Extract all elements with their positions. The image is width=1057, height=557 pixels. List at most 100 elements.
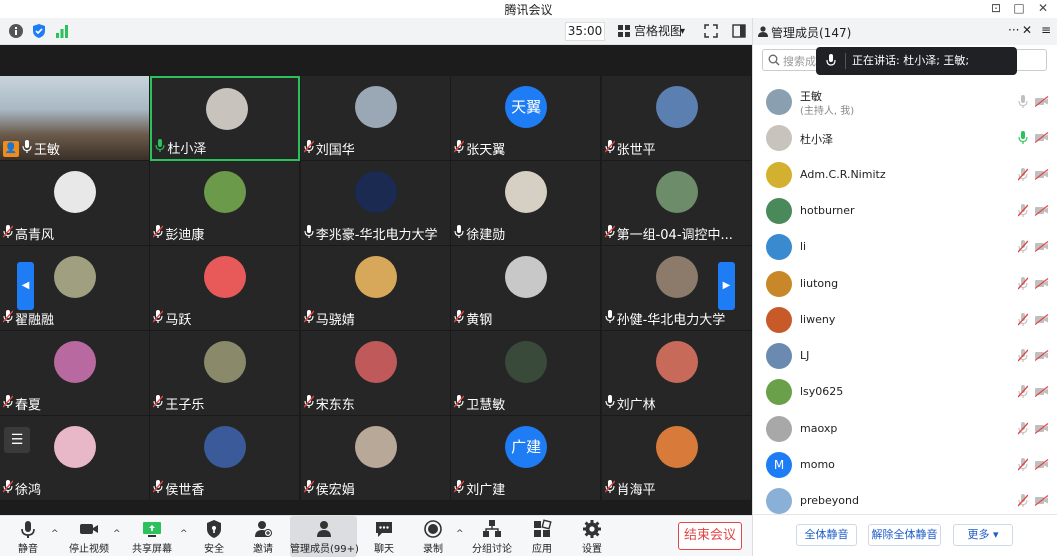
- avatar: [766, 306, 792, 333]
- video-tile[interactable]: 春夏: [0, 331, 150, 416]
- video-off-icon[interactable]: [1034, 204, 1049, 216]
- mute-all-button[interactable]: 全体静音: [796, 524, 857, 546]
- microphone-icon[interactable]: [1018, 95, 1030, 109]
- chat-button[interactable]: 聊天: [368, 516, 400, 557]
- muted-mic-icon[interactable]: [1017, 421, 1030, 436]
- meeting-toolbar: 静音 ^ 停止视频 ^ 共享屏幕 ^ 安全 邀请 管理成员(99+) 聊天 录制…: [0, 515, 752, 557]
- video-tile[interactable]: 王子乐: [150, 331, 301, 416]
- video-options-caret[interactable]: ^: [113, 529, 121, 539]
- member-row[interactable]: LJ: [753, 339, 1057, 375]
- video-off-icon[interactable]: [1034, 132, 1049, 144]
- video-tile[interactable]: 刘广林: [601, 331, 752, 416]
- video-tile[interactable]: 彭迪康: [150, 161, 301, 246]
- member-row[interactable]: 杜小泽: [753, 121, 1057, 157]
- video-tile[interactable]: 第一组-04-调控中...: [601, 161, 752, 246]
- invite-button[interactable]: 邀请: [247, 516, 279, 557]
- muted-mic-icon[interactable]: [1017, 385, 1030, 399]
- video-off-icon[interactable]: [1034, 241, 1049, 253]
- participant-name: 马跃: [165, 313, 192, 328]
- fullscreen-icon[interactable]: [703, 23, 719, 39]
- muted-mic-icon[interactable]: [1017, 349, 1030, 363]
- tile-name-label: 徐鸿: [2, 479, 41, 498]
- video-tile[interactable]: 刘国华: [300, 76, 451, 161]
- share-screen-button[interactable]: 共享屏幕: [124, 516, 180, 557]
- video-off-icon[interactable]: [1034, 386, 1049, 398]
- breakout-rooms-button[interactable]: 分组讨论: [470, 516, 514, 557]
- video-off-icon[interactable]: [1034, 96, 1049, 107]
- tile-name-label: 刘广林: [605, 394, 656, 413]
- member-row[interactable]: lsy0625: [753, 375, 1057, 411]
- mute-options-caret[interactable]: ^: [51, 529, 59, 539]
- video-tile[interactable]: 宋东东: [300, 331, 451, 416]
- apps-button[interactable]: 应用: [526, 516, 558, 557]
- muted-mic-icon[interactable]: [1017, 240, 1030, 254]
- participant-name: 徐建勋: [466, 228, 506, 243]
- muted-mic-icon[interactable]: [1017, 312, 1030, 327]
- member-row[interactable]: li: [753, 230, 1057, 266]
- list-layout-icon[interactable]: ☰: [4, 427, 30, 453]
- member-row[interactable]: hotburner: [753, 194, 1057, 230]
- member-row[interactable]: Mmomo: [753, 448, 1057, 484]
- muted-mic-icon[interactable]: [1017, 167, 1030, 182]
- side-panel-toggle-icon[interactable]: [731, 23, 747, 39]
- video-tile[interactable]: 侯宏娟: [300, 416, 451, 501]
- video-tile[interactable]: 李兆豪-华北电力大学: [300, 161, 451, 246]
- stop-video-button[interactable]: 停止视频: [66, 516, 112, 557]
- microphone-icon[interactable]: [1018, 131, 1030, 145]
- next-page-button[interactable]: ▶: [718, 262, 735, 310]
- video-tile[interactable]: 马跃: [150, 246, 301, 331]
- video-tile[interactable]: 肖海平: [601, 416, 752, 501]
- previous-page-button[interactable]: ◀: [17, 262, 34, 310]
- video-tile[interactable]: 杜小泽: [150, 76, 301, 161]
- muted-mic-icon[interactable]: [1017, 458, 1030, 472]
- view-mode-label: 宫格视图: [634, 24, 683, 38]
- video-tile[interactable]: 卫慧敏: [451, 331, 602, 416]
- unmute-all-button[interactable]: 解除全体静音: [868, 524, 941, 546]
- video-off-icon[interactable]: [1034, 168, 1049, 180]
- settings-button[interactable]: 设置: [576, 516, 608, 557]
- pin-window-button[interactable]: ⊡: [985, 0, 1007, 18]
- share-options-caret[interactable]: ^: [180, 529, 188, 539]
- video-off-icon[interactable]: [1034, 459, 1049, 470]
- signal-icon[interactable]: [54, 23, 70, 39]
- muted-mic-icon[interactable]: [1017, 203, 1030, 218]
- video-tile[interactable]: 侯世香: [150, 416, 301, 501]
- muted-mic-icon[interactable]: [1017, 276, 1030, 291]
- record-button[interactable]: 录制: [417, 516, 449, 557]
- manage-members-button[interactable]: 管理成员(99+): [290, 516, 359, 557]
- participant-name: 侯宏娟: [315, 483, 355, 498]
- video-off-icon[interactable]: [1034, 422, 1049, 434]
- video-tile[interactable]: 广建 刘广建: [451, 416, 602, 501]
- member-row[interactable]: liutong: [753, 267, 1057, 303]
- video-tile[interactable]: 天翼 张天翼: [451, 76, 602, 161]
- member-row[interactable]: liweny: [753, 303, 1057, 339]
- video-off-icon[interactable]: [1034, 277, 1049, 289]
- maximize-button[interactable]: □: [1008, 0, 1030, 18]
- mute-button[interactable]: 静音: [10, 516, 46, 557]
- video-tile[interactable]: 👤 王敏: [0, 76, 150, 161]
- more-options-button[interactable]: ···: [1008, 23, 1019, 37]
- video-tile[interactable]: 高青风: [0, 161, 150, 246]
- member-row[interactable]: 王敏 (主持人, 我): [753, 85, 1057, 121]
- video-off-icon[interactable]: [1034, 495, 1049, 507]
- muted-mic-icon[interactable]: [1017, 494, 1030, 508]
- more-actions-button[interactable]: 更多 ▾: [953, 524, 1013, 546]
- video-tile[interactable]: 马骁婧: [300, 246, 451, 331]
- security-button[interactable]: 安全: [198, 516, 230, 557]
- menu-icon[interactable]: ≡: [1041, 23, 1051, 37]
- view-mode-dropdown[interactable]: 宫格视图 ▾: [614, 22, 692, 41]
- video-tile[interactable]: 张世平: [601, 76, 752, 161]
- shield-icon[interactable]: [31, 23, 47, 39]
- end-meeting-button[interactable]: 结束会议: [678, 522, 742, 550]
- video-tile[interactable]: 徐建勋: [451, 161, 602, 246]
- close-window-button[interactable]: ✕: [1032, 0, 1054, 18]
- avatar: [354, 256, 397, 298]
- video-off-icon[interactable]: [1034, 313, 1049, 325]
- info-icon[interactable]: [8, 23, 24, 39]
- video-tile[interactable]: 黄钢: [451, 246, 602, 331]
- member-row[interactable]: maoxp: [753, 412, 1057, 448]
- record-options-caret[interactable]: ^: [456, 529, 464, 539]
- close-panel-button[interactable]: ✕: [1022, 23, 1032, 37]
- video-off-icon[interactable]: [1034, 350, 1049, 362]
- member-row[interactable]: Adm.C.R.Nimitz: [753, 158, 1057, 194]
